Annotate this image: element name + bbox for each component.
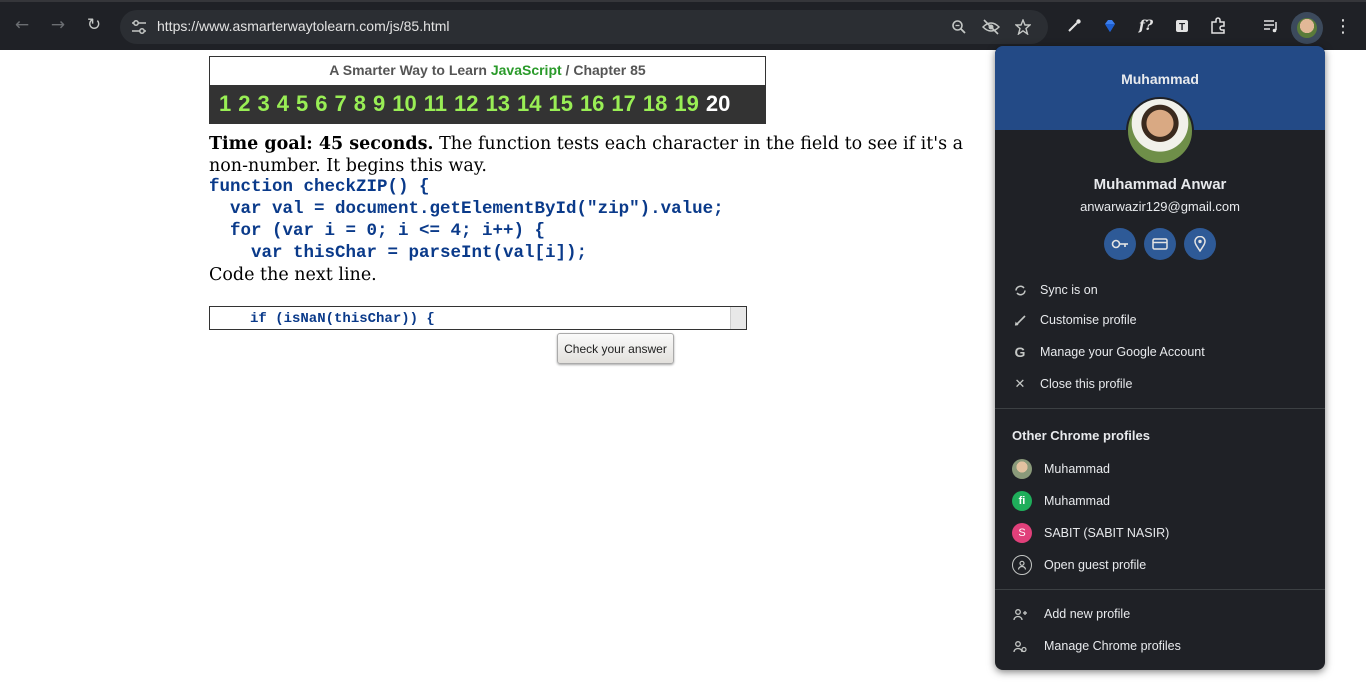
chapter-banner: A Smarter Way to Learn JavaScript / Chap… [209, 56, 766, 124]
code-listing: function checkZIP() { var val = document… [209, 176, 724, 264]
close-profile-label: Close this profile [1040, 377, 1133, 391]
banner-javascript[interactable]: JavaScript [491, 62, 562, 78]
exercise-link[interactable]: 16 [580, 91, 604, 117]
url-text[interactable]: https://www.asmarterwaytolearn.com/js/85… [157, 18, 450, 34]
exercise-link[interactable]: 3 [258, 91, 270, 117]
time-goal: Time goal: 45 seconds. [209, 134, 434, 154]
resize-handle[interactable] [730, 307, 746, 329]
fi-avatar: fi [1012, 491, 1032, 511]
manage-people-icon [1012, 638, 1028, 654]
gem-extension-icon[interactable] [1099, 15, 1121, 37]
svg-text:T: T [1179, 22, 1185, 33]
manage-google-account-item[interactable]: G Manage your Google Account [995, 337, 1325, 367]
other-profile-label: Muhammad [1044, 494, 1110, 508]
other-profile-item[interactable]: fi Muhammad [995, 486, 1325, 516]
manage-google-account-label: Manage your Google Account [1040, 345, 1205, 359]
back-icon[interactable]: ← [7, 10, 37, 40]
exercise-link[interactable]: 13 [485, 91, 509, 117]
code-line: var val = document.getElementById("zip")… [209, 199, 724, 219]
exercise-link[interactable]: 14 [517, 91, 541, 117]
exercise-link[interactable]: 4 [277, 91, 289, 117]
customise-profile-item[interactable]: Customise profile [995, 305, 1325, 335]
other-profile-label: SABIT (SABIT NASIR) [1044, 526, 1170, 540]
close-icon: ✕ [1014, 376, 1026, 391]
avatar [1297, 18, 1317, 38]
instruction-text: Code the next line. [209, 265, 377, 285]
other-profile-item[interactable]: Muhammad [995, 454, 1325, 484]
add-new-profile-label: Add new profile [1044, 607, 1131, 621]
code-line: for (var i = 0; i <= 4; i++) { [209, 221, 546, 241]
customise-profile-label: Customise profile [1040, 313, 1137, 327]
letter-avatar: S [1012, 523, 1032, 543]
reload-icon[interactable]: ↻ [79, 10, 109, 40]
key-icon[interactable] [1104, 228, 1136, 260]
banner-prefix: A Smarter Way to Learn [329, 62, 491, 78]
exercise-link[interactable]: 6 [315, 91, 327, 117]
eyedropper-extension-icon[interactable] [1063, 15, 1085, 37]
bookmark-star-icon[interactable] [1013, 17, 1033, 37]
zoom-icon[interactable] [949, 17, 969, 37]
exercise-link[interactable]: 5 [296, 91, 308, 117]
other-profiles-title: Other Chrome profiles [1012, 428, 1150, 443]
exercise-link[interactable]: 11 [424, 91, 447, 117]
answer-textarea[interactable]: if (isNaN(thisChar)) { [209, 306, 747, 330]
exercise-link[interactable]: 2 [238, 91, 250, 117]
exercise-link[interactable]: 20 [706, 91, 730, 117]
exercise-link[interactable]: 19 [674, 91, 698, 117]
media-controls-icon[interactable] [1260, 15, 1282, 37]
profile-photo-avatar [1126, 97, 1194, 165]
exercise-link[interactable]: 18 [643, 91, 667, 117]
pencil-icon [1012, 312, 1028, 328]
add-new-profile-item[interactable]: Add new profile [995, 599, 1325, 629]
google-icon: G [1014, 344, 1026, 360]
exercise-link[interactable]: 12 [454, 91, 478, 117]
code-line: function checkZIP() { [209, 177, 430, 197]
exercise-link[interactable]: 10 [392, 91, 416, 117]
open-guest-profile-label: Open guest profile [1044, 558, 1147, 572]
manage-chrome-profiles-item[interactable]: Manage Chrome profiles [995, 631, 1325, 661]
profile-full-name: Muhammad Anwar [1093, 176, 1227, 193]
profile-menu-panel: Muhammad Muhammad Anwar anwarwazir129@gm… [995, 46, 1325, 670]
font-extension-icon[interactable]: f? [1135, 15, 1157, 37]
photo-avatar [1012, 459, 1032, 479]
sync-icon [1012, 282, 1028, 298]
sync-label: Sync is on [1040, 283, 1098, 297]
profile-avatar-button[interactable] [1291, 12, 1323, 44]
answer-value: if (isNaN(thisChar)) { [250, 311, 435, 327]
manage-chrome-profiles-label: Manage Chrome profiles [1044, 639, 1181, 653]
other-profile-label: Muhammad [1044, 462, 1110, 476]
browser-toolbar: ← → ↻ https://www.asmarterwaytolearn.com… [0, 0, 1366, 50]
close-profile-item[interactable]: ✕ Close this profile [995, 369, 1325, 399]
exercise-prompt: Time goal: 45 seconds. The function test… [209, 133, 979, 177]
other-profile-item[interactable]: S SABIT (SABIT NASIR) [995, 518, 1325, 548]
exercise-link[interactable]: 8 [354, 91, 366, 117]
exercise-number-nav: 1 2 3 4 5 6 7 8 9 10 11 12 13 14 15 16 17 18 19 20 [210, 85, 765, 123]
banner-title: A Smarter Way to Learn JavaScript / Chap… [210, 57, 765, 85]
check-answer-button[interactable]: Check your answer [557, 333, 674, 364]
code-line: var thisChar = parseInt(val[i]); [209, 243, 588, 263]
add-person-icon [1012, 606, 1028, 622]
divider [995, 589, 1325, 590]
exercise-link[interactable]: 7 [335, 91, 347, 117]
open-guest-profile-item[interactable]: Open guest profile [995, 550, 1325, 580]
exercise-link[interactable]: 17 [611, 91, 635, 117]
forward-icon[interactable]: → [43, 10, 73, 40]
exercise-link[interactable]: 1 [219, 91, 231, 117]
chrome-menu-icon[interactable]: ⋮ [1332, 15, 1354, 37]
profile-email: anwarwazir129@gmail.com [1080, 199, 1240, 214]
location-icon[interactable] [1184, 228, 1216, 260]
divider [995, 408, 1325, 409]
text-extension-icon[interactable]: T [1171, 15, 1193, 37]
puzzle-extensions-icon[interactable] [1207, 15, 1229, 37]
exercise-link[interactable]: 9 [373, 91, 385, 117]
exercise-link[interactable]: 15 [548, 91, 572, 117]
card-icon[interactable] [1144, 228, 1176, 260]
banner-chapter: / Chapter 85 [561, 62, 646, 78]
eye-off-icon[interactable] [981, 17, 1001, 37]
guest-icon [1012, 555, 1032, 575]
site-info-icon[interactable] [130, 18, 148, 36]
sync-status-item[interactable]: Sync is on [995, 275, 1325, 305]
address-bar[interactable]: https://www.asmarterwaytolearn.com/js/85… [120, 10, 1048, 44]
